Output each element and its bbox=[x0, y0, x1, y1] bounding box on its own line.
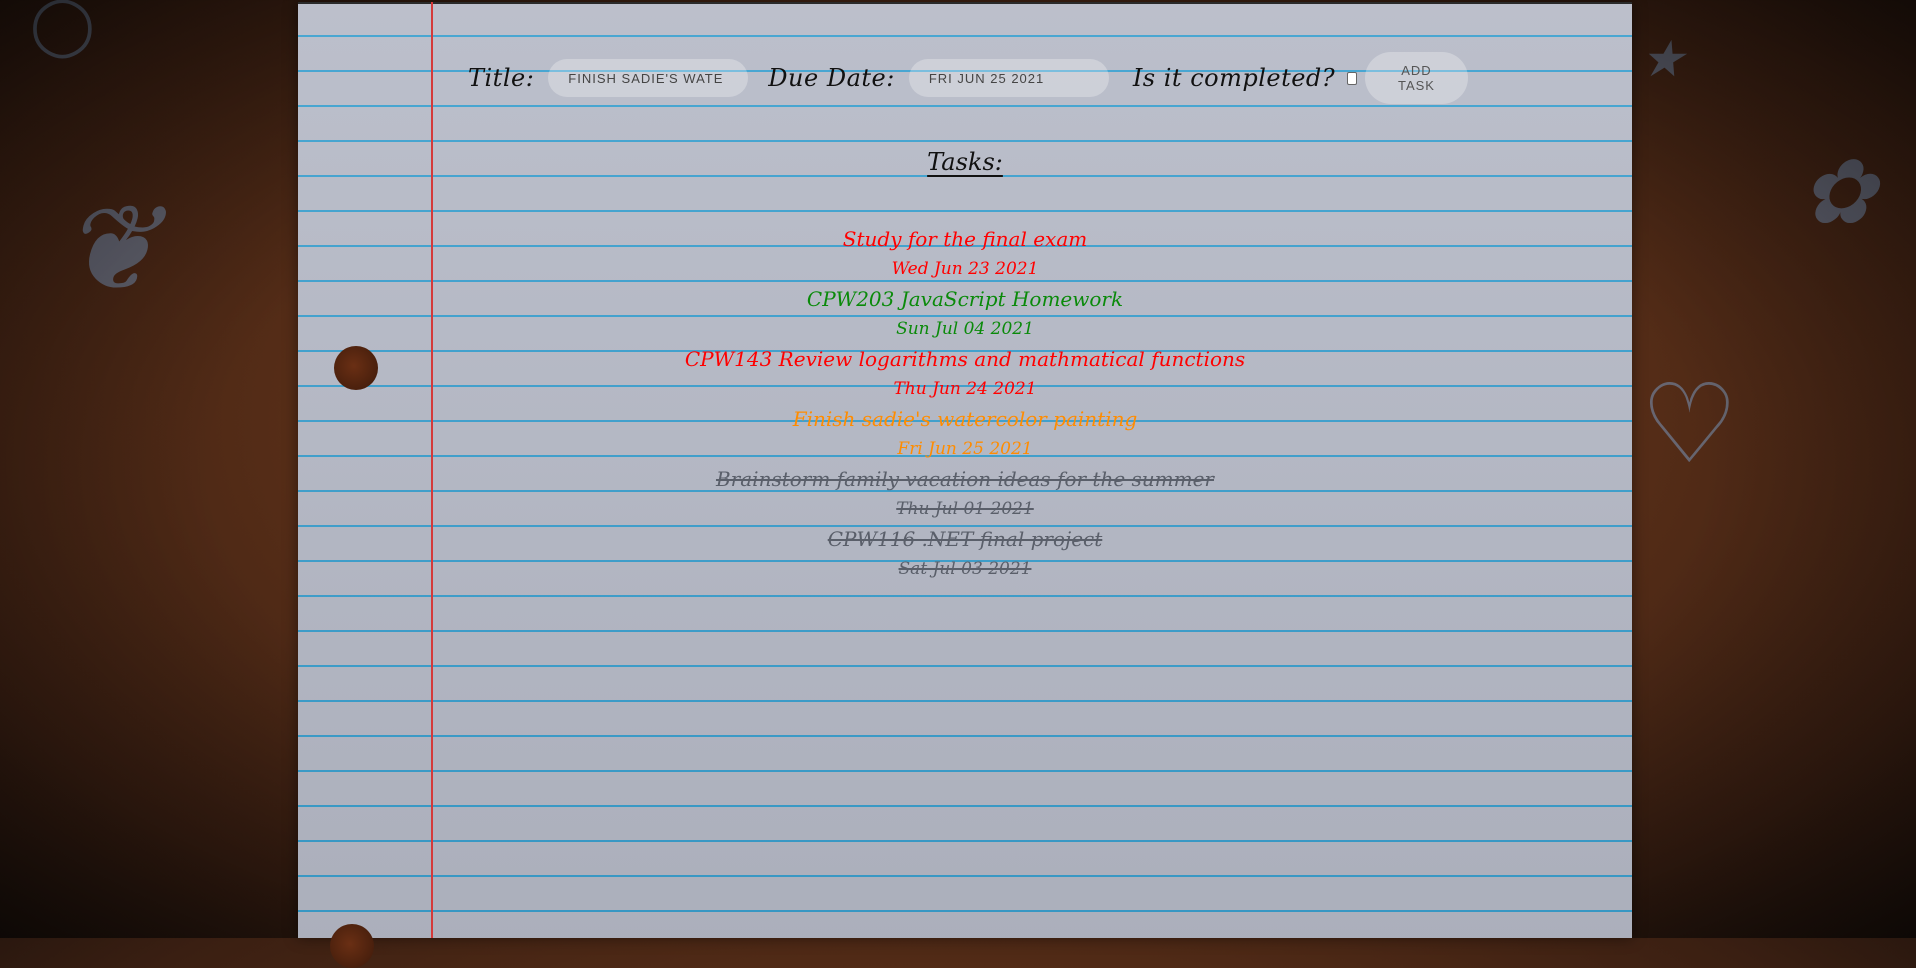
tasks-heading: Tasks: bbox=[927, 148, 1003, 176]
task-item[interactable]: CPW143 Review logarithms and mathmatical… bbox=[298, 344, 1632, 404]
completed-checkbox[interactable] bbox=[1347, 71, 1357, 85]
add-task-button[interactable]: ADD TASK bbox=[1364, 52, 1468, 104]
task-list: Study for the final exam Wed Jun 23 2021… bbox=[298, 224, 1632, 584]
title-input[interactable] bbox=[548, 59, 749, 97]
task-title: Study for the final exam bbox=[842, 227, 1088, 251]
notebook-paper: Title: Due Date: Is it completed? ADD TA… bbox=[298, 2, 1632, 968]
task-due-date: Sun Jul 04 2021 bbox=[896, 319, 1034, 339]
task-item[interactable]: Brainstorm family vacation ideas for the… bbox=[298, 464, 1632, 524]
task-title: CPW203 JavaScript Homework bbox=[806, 287, 1124, 311]
task-due-date: Thu Jul 01 2021 bbox=[896, 499, 1034, 519]
task-item[interactable]: CPW116 .NET final project Sat Jul 03 202… bbox=[298, 524, 1632, 584]
task-title: Finish sadie's watercolor painting bbox=[792, 407, 1138, 431]
desk-scribble: ◯ bbox=[30, 0, 95, 58]
task-item[interactable]: Study for the final exam Wed Jun 23 2021 bbox=[298, 224, 1632, 284]
completed-label: Is it completed? bbox=[1132, 64, 1336, 92]
task-item[interactable]: CPW203 JavaScript Homework Sun Jul 04 20… bbox=[298, 284, 1632, 344]
title-label: Title: bbox=[468, 64, 535, 92]
task-due-date: Fri Jun 25 2021 bbox=[897, 439, 1033, 459]
task-due-date: Wed Jun 23 2021 bbox=[891, 259, 1039, 279]
task-title: CPW116 .NET final project bbox=[827, 527, 1103, 551]
due-date-label: Due Date: bbox=[768, 64, 895, 92]
desk-scribble: ❦ bbox=[60, 180, 161, 319]
task-title: Brainstorm family vacation ideas for the… bbox=[715, 467, 1214, 491]
add-task-form: Title: Due Date: Is it completed? ADD TA… bbox=[468, 50, 1468, 106]
task-item[interactable]: Finish sadie's watercolor painting Fri J… bbox=[298, 404, 1632, 464]
task-due-date: Thu Jun 24 2021 bbox=[893, 379, 1037, 399]
due-date-input[interactable] bbox=[908, 59, 1109, 97]
desk-scribble: ✿ bbox=[1800, 140, 1876, 245]
desk-scribble: ★ bbox=[1640, 30, 1685, 88]
binder-hole bbox=[330, 924, 374, 968]
desk-scribble: ♡ bbox=[1640, 360, 1739, 488]
task-due-date: Sat Jul 03 2021 bbox=[898, 559, 1032, 579]
task-title: CPW143 Review logarithms and mathmatical… bbox=[684, 347, 1246, 371]
